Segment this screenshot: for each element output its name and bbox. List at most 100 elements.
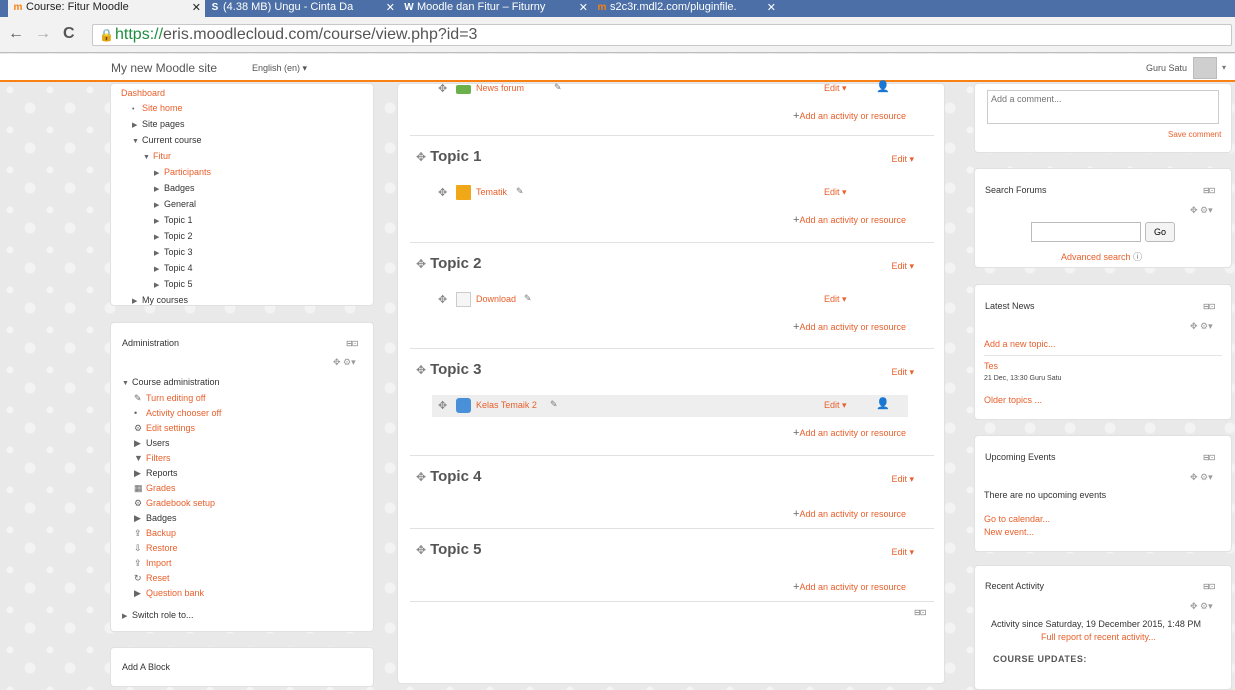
nav-item[interactable]: ▶ Topic 1 [121, 213, 211, 229]
close-tab-icon[interactable]: ✕ [579, 1, 588, 14]
user-icon[interactable]: 👤 [876, 80, 890, 93]
edit-title-icon[interactable]: ✎ [516, 186, 524, 197]
admin-item[interactable]: ▼ Filters [122, 451, 221, 466]
nav-item[interactable]: ▶ General [121, 197, 211, 213]
section-edit-menu[interactable]: Edit ▾ [891, 367, 914, 378]
browser-tab[interactable]: S (4.38 MB) Ungu - Cinta Da ✕ [205, 0, 399, 17]
admin-item[interactable]: ⚙ Edit settings [122, 421, 221, 436]
nav-item[interactable]: ▶ Badges [121, 181, 211, 197]
nav-item[interactable]: ▶ My courses [121, 293, 211, 309]
section-title[interactable]: ✥ Topic 2 [416, 255, 481, 272]
course-administration-node[interactable]: ▼ Course administration [122, 375, 221, 391]
close-tab-icon[interactable]: ✕ [767, 1, 776, 14]
nav-item[interactable]: Dashboard [121, 86, 211, 101]
activity-edit-menu[interactable]: Edit ▾ [824, 294, 847, 305]
full-report-link[interactable]: Full report of recent activity... [1041, 632, 1156, 642]
admin-item[interactable]: ▶ Reports [122, 466, 221, 481]
user-icon[interactable]: 👤 [876, 397, 890, 410]
edit-title-icon[interactable]: ✎ [524, 293, 532, 304]
move-icon[interactable]: ✥ [416, 470, 426, 484]
section-edit-menu[interactable]: Edit ▾ [891, 261, 914, 272]
section-title[interactable]: ✥ Topic 4 [416, 468, 481, 485]
activity-link[interactable]: Kelas Temaik 2 [476, 400, 537, 410]
go-button[interactable]: Go [1145, 222, 1175, 242]
nav-item[interactable]: ▶ Topic 5 [121, 277, 211, 293]
dock-icon[interactable]: ⊟⊡ [1203, 453, 1215, 462]
move-icon[interactable]: ✥ [416, 257, 426, 271]
nav-item[interactable]: ▶ Site pages [121, 117, 211, 133]
nav-item[interactable]: ▼ Current course [121, 133, 211, 149]
add-activity-link[interactable]: +Add an activity or resource [793, 581, 906, 593]
news-post-link[interactable]: Tes [984, 361, 998, 371]
edit-title-icon[interactable]: ✎ [550, 399, 558, 410]
dock-icon[interactable]: ⊟⊡ [1203, 186, 1215, 195]
move-icon[interactable]: ✥ [416, 363, 426, 377]
add-activity-link[interactable]: +Add an activity or resource [793, 427, 906, 439]
nav-item[interactable]: ▶ Topic 2 [121, 229, 211, 245]
block-actions-icon[interactable]: ✥ ⚙▾ [333, 357, 356, 368]
move-icon[interactable]: ✥ [416, 150, 426, 164]
user-menu-caret-icon[interactable]: ▾ [1222, 63, 1226, 72]
move-icon[interactable]: ✥ [438, 186, 447, 199]
url-input[interactable]: 🔒 https://eris.moodlecloud.com/course/vi… [92, 24, 1232, 46]
admin-item[interactable]: ✎ Turn editing off [122, 391, 221, 406]
advanced-search-link[interactable]: Advanced search ⓘ [1061, 250, 1142, 263]
close-tab-icon[interactable]: ✕ [386, 1, 395, 14]
section-title[interactable]: ✥ Topic 1 [416, 148, 481, 165]
edit-title-icon[interactable]: ✎ [554, 82, 562, 93]
activity-edit-menu[interactable]: Edit ▾ [824, 83, 847, 94]
move-icon[interactable]: ✥ [416, 543, 426, 557]
nav-item[interactable]: ▶ Topic 4 [121, 261, 211, 277]
admin-item[interactable]: ⚙ Gradebook setup [122, 496, 221, 511]
activity-link[interactable]: Tematik [476, 187, 507, 197]
language-menu[interactable]: English (en) ▾ [252, 63, 307, 74]
forum-search-input[interactable] [1031, 222, 1141, 242]
save-comment-link[interactable]: Save comment [1168, 130, 1221, 139]
add-activity-link[interactable]: +Add an activity or resource [793, 110, 906, 122]
browser-tab[interactable]: W Moodle dan Fitur – Fiturny ✕ [399, 0, 592, 17]
dock-icon[interactable]: ⊟⊡ [1203, 302, 1215, 311]
block-actions-icon[interactable]: ✥ ⚙▾ [1190, 601, 1213, 612]
nav-item[interactable]: ▶ Participants [121, 165, 211, 181]
nav-item[interactable]: • Site home [121, 101, 211, 117]
admin-item[interactable]: ▶ Badges [122, 511, 221, 526]
new-event-link[interactable]: New event... [984, 527, 1034, 537]
block-actions-icon[interactable]: ✥ ⚙▾ [1190, 321, 1213, 332]
forward-icon[interactable]: → [35, 25, 51, 43]
reload-icon[interactable]: C [63, 25, 75, 43]
section-edit-menu[interactable]: Edit ▾ [891, 547, 914, 558]
move-icon[interactable]: ✥ [438, 293, 447, 306]
admin-item[interactable]: ⇪ Import [122, 556, 221, 571]
section-edit-menu[interactable]: Edit ▾ [891, 474, 914, 485]
switch-role-link[interactable]: ▶ Switch role to... [122, 608, 221, 624]
block-actions-icon[interactable]: ✥ ⚙▾ [1190, 205, 1213, 216]
avatar[interactable] [1193, 57, 1217, 79]
close-tab-icon[interactable]: ✕ [192, 1, 201, 14]
older-topics-link[interactable]: Older topics ... [984, 395, 1042, 405]
user-name[interactable]: Guru Satu [1146, 63, 1187, 73]
dock-icon[interactable]: ⊟⊡ [1203, 582, 1215, 591]
browser-tab[interactable]: m s2c3r.mdl2.com/pluginfile. ✕ [592, 0, 780, 17]
section-title[interactable]: ✥ Topic 5 [416, 541, 481, 558]
comment-textarea[interactable] [987, 90, 1219, 124]
site-name-link[interactable]: My new Moodle site [111, 61, 217, 75]
admin-item[interactable]: ▶ Question bank [122, 586, 221, 601]
add-activity-link[interactable]: +Add an activity or resource [793, 508, 906, 520]
go-to-calendar-link[interactable]: Go to calendar... [984, 514, 1050, 524]
add-activity-link[interactable]: +Add an activity or resource [793, 214, 906, 226]
admin-item[interactable]: ⇪ Backup [122, 526, 221, 541]
nav-item[interactable]: ▶ Topic 3 [121, 245, 211, 261]
section-title[interactable]: ✥ Topic 3 [416, 361, 481, 378]
add-topic-link[interactable]: Add a new topic... [984, 339, 1056, 349]
block-actions-icon[interactable]: ✥ ⚙▾ [1190, 472, 1213, 483]
admin-item[interactable]: ▦ Grades [122, 481, 221, 496]
nav-item[interactable]: ▼ Fitur [121, 149, 211, 165]
section-edit-menu[interactable]: Edit ▾ [891, 154, 914, 165]
admin-item[interactable]: ↻ Reset [122, 571, 221, 586]
collapse-all-icon[interactable]: ⊟⊡ [914, 608, 926, 617]
admin-item[interactable]: ⇩ Restore [122, 541, 221, 556]
add-activity-link[interactable]: +Add an activity or resource [793, 321, 906, 333]
activity-link[interactable]: Download [476, 294, 516, 304]
admin-item[interactable]: • Activity chooser off [122, 406, 221, 421]
activity-link[interactable]: News forum [476, 83, 524, 93]
